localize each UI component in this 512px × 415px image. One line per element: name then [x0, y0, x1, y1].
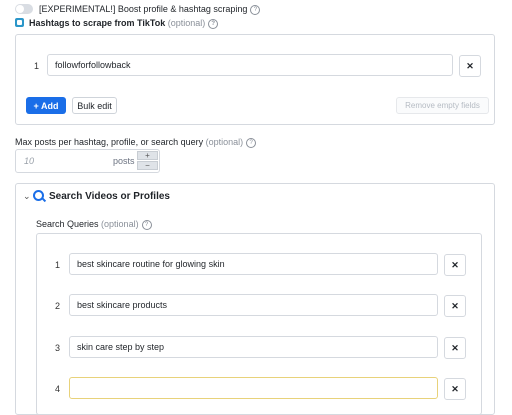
max-posts-label-row: Max posts per hashtag, profile, or searc… — [15, 137, 257, 148]
boost-label-row: [EXPERIMENTAL!] Boost profile & hashtag … — [39, 4, 261, 15]
remove-row-button[interactable]: ✕ — [444, 378, 466, 400]
search-query-input[interactable]: skin care step by step — [69, 336, 438, 358]
boost-toggle[interactable] — [15, 4, 33, 14]
optional-tag: (optional) — [101, 219, 139, 229]
tiktok-icon — [15, 18, 24, 27]
max-posts-label: Max posts per hashtag, profile, or searc… — [15, 137, 204, 147]
search-query-input[interactable]: best skincare products — [69, 294, 438, 316]
boost-label: [EXPERIMENTAL!] Boost profile & hashtag … — [39, 4, 248, 14]
remove-row-button[interactable]: ✕ — [444, 337, 466, 359]
close-icon: ✕ — [451, 300, 459, 311]
close-icon: ✕ — [466, 60, 474, 71]
close-icon: ✕ — [451, 342, 459, 353]
bulk-edit-button[interactable]: Bulk edit — [72, 97, 117, 114]
help-icon[interactable]: ? — [250, 4, 261, 15]
row-index: 3 — [55, 343, 61, 353]
row-index: 1 — [55, 260, 61, 270]
close-icon: ✕ — [451, 383, 459, 394]
hashtags-label: Hashtags to scrape from TikTok — [29, 18, 166, 28]
help-icon[interactable]: ? — [246, 137, 257, 148]
search-query-input[interactable]: best skincare routine for glowing skin — [69, 253, 438, 275]
search-query-input[interactable] — [69, 377, 438, 399]
add-button[interactable]: + Add — [26, 97, 66, 114]
row-index: 1 — [34, 61, 40, 71]
row-index: 4 — [55, 384, 61, 394]
row-index: 2 — [55, 301, 61, 311]
posts-stepper: + − — [137, 151, 158, 171]
search-queries-label-row: Search Queries (optional)? — [36, 219, 152, 230]
remove-empty-fields-button[interactable]: Remove empty fields — [396, 97, 489, 114]
hashtag-input[interactable]: followforfollowback — [47, 54, 453, 76]
close-icon: ✕ — [451, 259, 459, 270]
help-icon[interactable]: ? — [141, 219, 152, 230]
max-posts-input[interactable]: 10 posts + − — [15, 149, 160, 173]
section-title[interactable]: Search Videos or Profiles — [49, 191, 170, 202]
optional-tag: (optional) — [205, 137, 244, 147]
remove-row-button[interactable]: ✕ — [459, 55, 481, 77]
search-icon — [33, 190, 44, 201]
help-icon[interactable]: ? — [208, 18, 219, 29]
decrement-button[interactable]: − — [137, 161, 158, 170]
remove-row-button[interactable]: ✕ — [444, 254, 466, 276]
search-queries-label: Search Queries — [36, 219, 99, 229]
chevron-down-icon[interactable]: ⌄ — [23, 191, 31, 202]
posts-unit: posts — [113, 156, 135, 166]
optional-tag: (optional) — [167, 18, 206, 28]
increment-button[interactable]: + — [137, 151, 158, 160]
toggle-knob — [16, 5, 24, 13]
remove-row-button[interactable]: ✕ — [444, 295, 466, 317]
max-posts-placeholder: 10 — [24, 156, 35, 166]
hashtags-label-row: Hashtags to scrape from TikTok (optional… — [29, 18, 219, 29]
